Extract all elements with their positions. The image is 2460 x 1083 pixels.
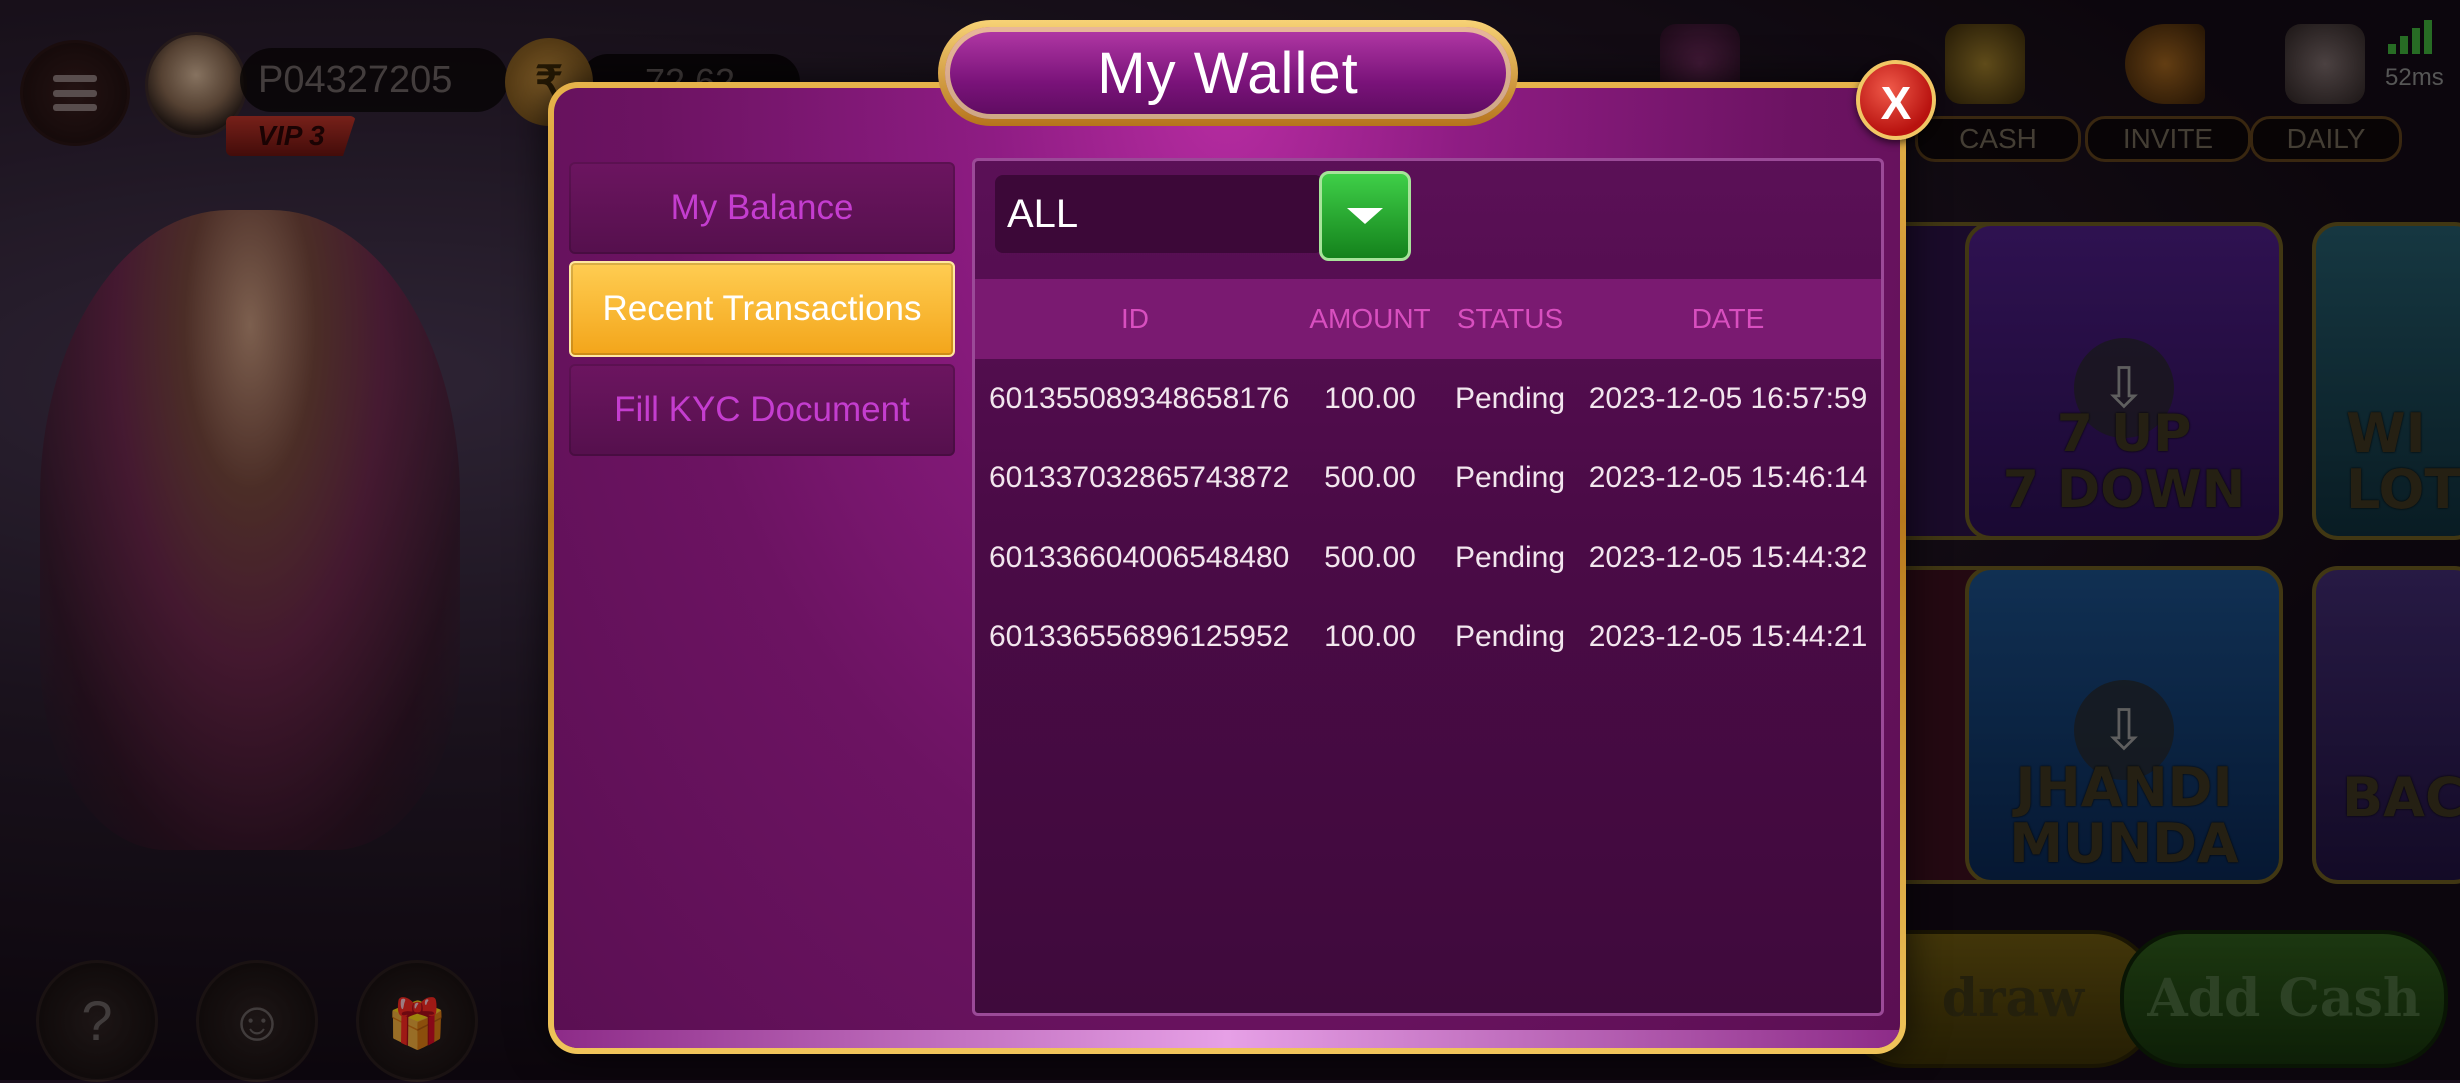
cell-status: Pending — [1454, 620, 1566, 654]
cell-date: 2023-12-05 15:44:21 — [1588, 620, 1868, 654]
header-id: ID — [1121, 303, 1149, 334]
filter-dropdown-button[interactable] — [1319, 171, 1411, 261]
table-row[interactable]: 601336604006548480 500.00 Pending 2023-1… — [975, 518, 1881, 598]
table-row[interactable]: 601336556896125952 100.00 Pending 2023-1… — [975, 598, 1881, 678]
transactions-table: 601355089348658176 100.00 Pending 2023-1… — [975, 359, 1881, 677]
cell-id: 601336556896125952 — [989, 620, 1290, 654]
wallet-modal-body: My Balance Recent Transactions Fill KYC … — [554, 88, 1900, 1048]
tab-my-balance[interactable]: My Balance — [569, 162, 955, 254]
cell-id: 601337032865743872 — [989, 461, 1290, 495]
cell-date: 2023-12-05 15:44:32 — [1588, 540, 1868, 574]
cell-status: Pending — [1454, 381, 1566, 415]
cell-amount: 100.00 — [1324, 620, 1416, 654]
chevron-down-icon — [1347, 208, 1383, 224]
tab-recent-transactions[interactable]: Recent Transactions — [569, 261, 955, 357]
header-date: DATE — [1691, 303, 1765, 334]
close-button[interactable]: X — [1856, 60, 1936, 140]
cell-amount: 500.00 — [1324, 540, 1416, 574]
wallet-modal: My Balance Recent Transactions Fill KYC … — [548, 82, 1906, 1054]
transactions-panel: ALL ID AMOUNT STATUS DATE 60135508934865… — [972, 158, 1884, 1016]
cell-amount: 500.00 — [1324, 461, 1416, 495]
cell-id: 601336604006548480 — [989, 540, 1290, 574]
cell-status: Pending — [1454, 540, 1566, 574]
modal-title: My Wallet — [945, 27, 1511, 119]
table-row[interactable]: 601355089348658176 100.00 Pending 2023-1… — [975, 359, 1881, 439]
cell-status: Pending — [1454, 461, 1566, 495]
transaction-filter-select[interactable]: ALL — [995, 175, 1323, 253]
tab-fill-kyc-document[interactable]: Fill KYC Document — [569, 364, 955, 456]
header-status: STATUS — [1456, 303, 1564, 334]
cell-date: 2023-12-05 15:46:14 — [1588, 461, 1868, 495]
table-header: ID AMOUNT STATUS DATE — [975, 279, 1881, 359]
cell-amount: 100.00 — [1324, 381, 1416, 415]
header-amount: AMOUNT — [1309, 303, 1431, 334]
wallet-tabs: My Balance Recent Transactions Fill KYC … — [569, 162, 955, 463]
cell-id: 601355089348658176 — [989, 381, 1290, 415]
table-row[interactable]: 601337032865743872 500.00 Pending 2023-1… — [975, 439, 1881, 519]
modal-title-plate: My Wallet — [938, 20, 1518, 126]
cell-date: 2023-12-05 16:57:59 — [1588, 381, 1868, 415]
